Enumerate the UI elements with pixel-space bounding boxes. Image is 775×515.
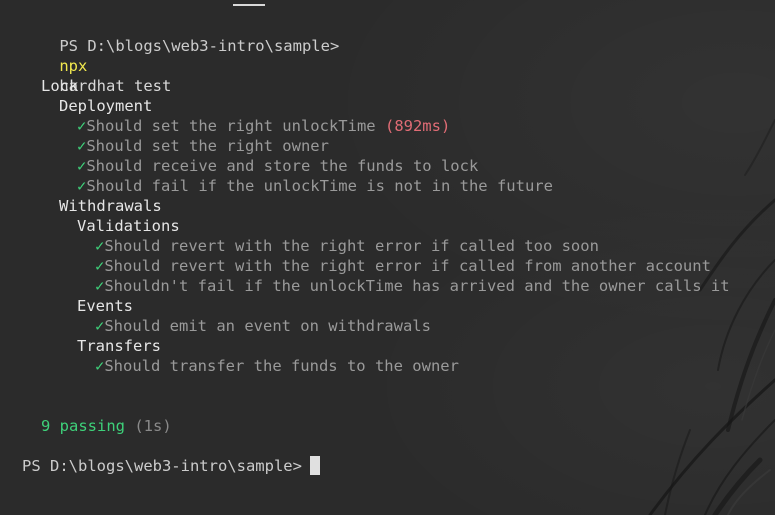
test-result: ✓Should revert with the right error if c…: [95, 256, 711, 276]
test-summary: 9 passing (1s): [41, 416, 172, 436]
terminal-window[interactable]: PS D:\blogs\web3-intro\sample> npx hardh…: [0, 0, 775, 515]
check-icon: ✓: [77, 117, 87, 135]
check-icon: ✓: [77, 137, 87, 155]
test-duration: (892ms): [384, 117, 451, 135]
check-icon: ✓: [95, 237, 105, 255]
suite-events: Events: [77, 297, 133, 315]
command-program: npx: [59, 57, 88, 75]
check-icon: ✓: [77, 177, 87, 195]
text-cursor[interactable]: [309, 456, 320, 475]
prompt: PS D:\blogs\web3-intro\sample>: [59, 37, 340, 55]
passing-count: 9 passing: [41, 417, 125, 435]
total-duration: (1s): [134, 417, 172, 435]
test-title: Should set the right owner: [86, 137, 329, 155]
check-icon: ✓: [95, 357, 105, 375]
check-icon: ✓: [95, 317, 105, 335]
test-title: Should set the right unlockTime: [86, 117, 376, 135]
test-title: Should emit an event on withdrawals: [104, 317, 431, 335]
test-result: ✓Shouldn't fail if the unlockTime has ar…: [95, 276, 730, 296]
test-result: ✓Should transfer the funds to the owner: [95, 356, 459, 376]
test-title: Should transfer the funds to the owner: [104, 357, 459, 375]
suite-withdrawals: Withdrawals: [59, 197, 162, 215]
test-title: Should revert with the right error if ca…: [104, 237, 599, 255]
suite-lock: Lock: [41, 77, 79, 95]
tab-indicator: [233, 4, 265, 6]
input-line[interactable]: PS D:\blogs\web3-intro\sample>: [22, 456, 320, 476]
test-result: ✓Should set the right owner: [77, 136, 329, 156]
test-result: ✓Should emit an event on withdrawals: [95, 316, 431, 336]
test-title: Should fail if the unlockTime is not in …: [86, 177, 553, 195]
test-title: Should revert with the right error if ca…: [104, 257, 711, 275]
test-result: ✓Should revert with the right error if c…: [95, 236, 599, 256]
test-title: Should receive and store the funds to lo…: [86, 157, 479, 175]
prompt: PS D:\blogs\web3-intro\sample>: [22, 457, 302, 475]
suite-transfers: Transfers: [77, 337, 161, 355]
test-result: ✓Should set the right unlockTime (892ms): [77, 116, 450, 136]
command-line: PS D:\blogs\web3-intro\sample> npx hardh…: [22, 16, 339, 95]
test-result: ✓Should fail if the unlockTime is not in…: [77, 176, 553, 196]
check-icon: ✓: [77, 157, 87, 175]
test-title: Shouldn't fail if the unlockTime has arr…: [104, 277, 730, 295]
suite-deployment: Deployment: [59, 97, 153, 115]
check-icon: ✓: [95, 277, 105, 295]
suite-validations: Validations: [77, 217, 180, 235]
test-result: ✓Should receive and store the funds to l…: [77, 156, 478, 176]
check-icon: ✓: [95, 257, 105, 275]
